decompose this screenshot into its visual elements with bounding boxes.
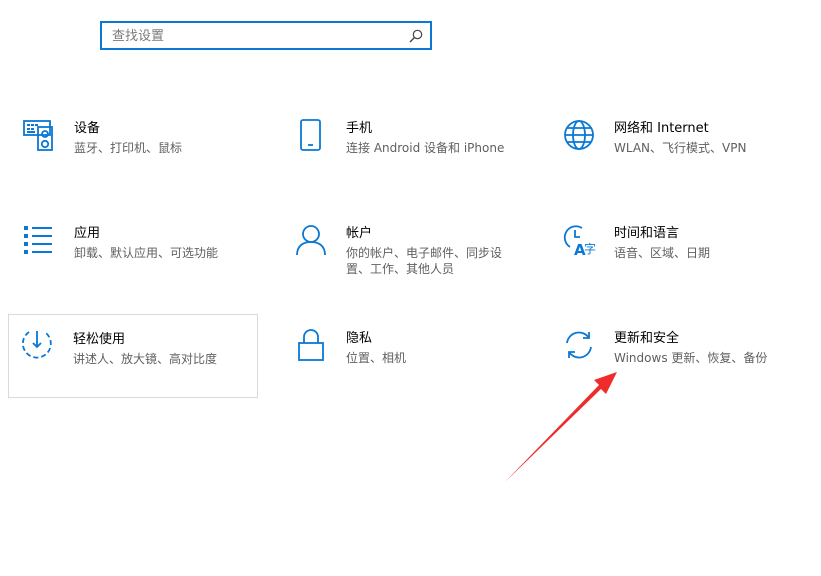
ease-of-access-icon: [22, 331, 52, 359]
phone-icon: [300, 119, 321, 151]
tile-description: 连接 Android 设备和 iPhone: [346, 141, 505, 155]
search-box[interactable]: [100, 21, 432, 50]
person-icon: [296, 225, 326, 256]
tile-description: 蓝牙、打印机、鼠标: [74, 141, 183, 155]
tile-description: 语音、区域、日期: [614, 246, 711, 260]
tile-description: 你的帐户、电子邮件、同步设置、工作、其他人员: [346, 246, 503, 276]
tile-description: 位置、相机: [346, 351, 407, 365]
tile-title: 网络和 Internet: [614, 121, 709, 136]
svg-text:字: 字: [584, 241, 596, 256]
tile-phone[interactable]: 手机 连接 Android 设备和 iPhone: [282, 118, 530, 202]
tile-description: 卸载、默认应用、可选功能: [74, 246, 219, 260]
sync-icon: [566, 331, 592, 359]
tile-title: 手机: [346, 121, 373, 136]
tile-title: 隐私: [346, 331, 373, 346]
globe-icon: [564, 120, 594, 150]
tile-description: Windows 更新、恢复、备份: [614, 351, 768, 365]
tile-title: 帐户: [346, 226, 373, 241]
tile-description: 讲述人、放大镜、高对比度: [73, 352, 218, 366]
tile-title: 更新和安全: [614, 331, 680, 346]
apps-list-icon: [24, 226, 52, 254]
lock-icon: [298, 329, 324, 361]
keyboard-printer-icon: [23, 120, 53, 151]
search-icon[interactable]: [408, 28, 424, 44]
tile-title: 轻松使用: [73, 332, 126, 347]
tile-accounts[interactable]: 帐户 你的帐户、电子邮件、同步设置、工作、其他人员: [282, 223, 530, 307]
tile-description: WLAN、飞行模式、VPN: [614, 141, 747, 155]
tile-ease-of-access[interactable]: 轻松使用 讲述人、放大镜、高对比度: [8, 314, 258, 398]
tile-title: 时间和语言: [614, 226, 680, 241]
tile-privacy[interactable]: 隐私 位置、相机: [282, 328, 530, 412]
tile-apps[interactable]: 应用 卸载、默认应用、可选功能: [10, 223, 258, 307]
tile-title: 应用: [74, 226, 101, 241]
tile-network[interactable]: 网络和 Internet WLAN、飞行模式、VPN: [550, 118, 798, 202]
tile-time-language[interactable]: A 字 时间和语言 语音、区域、日期: [550, 223, 798, 307]
time-language-icon: A 字: [563, 225, 596, 257]
tile-title: 设备: [74, 121, 101, 136]
tile-devices[interactable]: 设备 蓝牙、打印机、鼠标: [10, 118, 258, 202]
search-input[interactable]: [112, 26, 402, 46]
tile-update-security[interactable]: 更新和安全 Windows 更新、恢复、备份: [550, 328, 798, 412]
